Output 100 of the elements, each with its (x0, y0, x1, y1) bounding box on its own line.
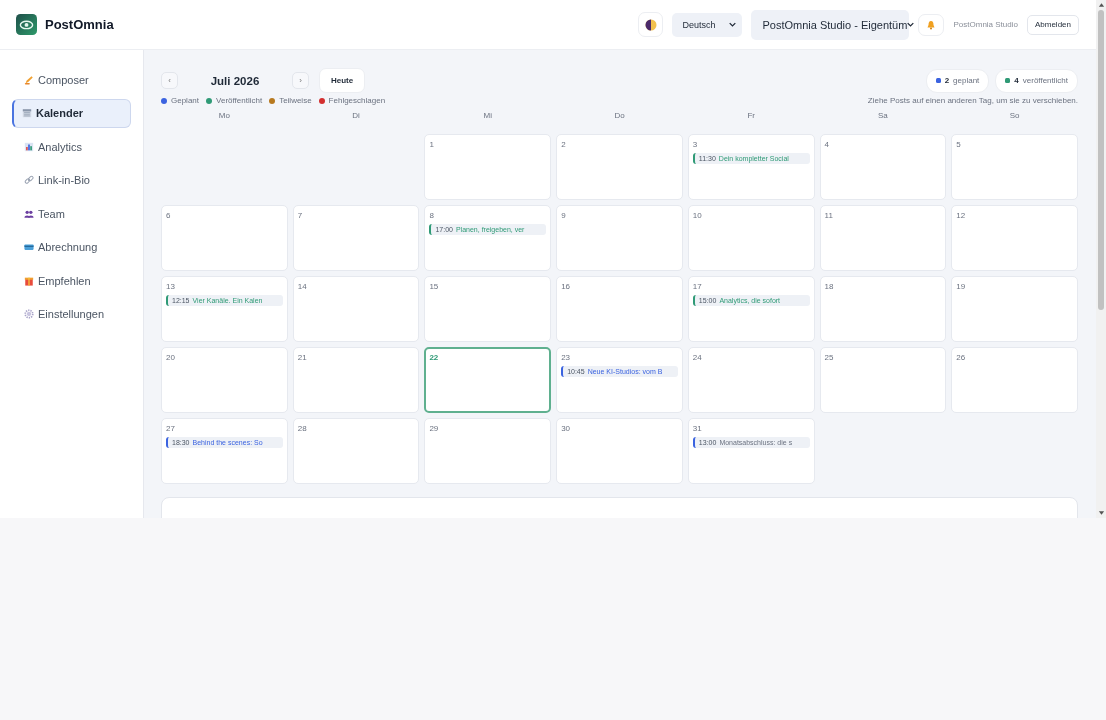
day-number: 23 (561, 353, 572, 362)
day-cell[interactable]: 14 (292, 276, 420, 342)
chevron-down-icon (729, 22, 737, 27)
day-number: 15 (429, 282, 440, 291)
legend-label: Fehlgeschlagen (328, 96, 386, 105)
day-number: 29 (429, 424, 440, 433)
weekday-label: Mi (482, 111, 493, 120)
sidebar-item[interactable]: Einstellungen (12, 299, 131, 329)
day-cell[interactable]: 12 (951, 205, 1078, 271)
people-icon (24, 208, 34, 219)
bell-icon (926, 19, 937, 30)
day-cell[interactable]: 15 (424, 276, 552, 342)
day-number: 3 (692, 140, 699, 149)
day-number: 4 (824, 140, 830, 149)
day-cell[interactable]: 25 (819, 347, 947, 413)
theme-toggle-button[interactable] (638, 12, 664, 37)
legend-label: Veröffentlicht (216, 96, 263, 105)
sidebar-item[interactable]: Link-in-Bio (12, 165, 131, 195)
day-number: 12 (956, 211, 967, 220)
day-number: 28 (297, 424, 308, 433)
day-number: 21 (297, 353, 308, 362)
sidebar-item[interactable]: Team (12, 199, 131, 228)
day-number: 22 (429, 353, 440, 362)
link-icon (24, 175, 34, 185)
next-month-button[interactable]: › (292, 72, 309, 89)
day-cell[interactable]: 11 (819, 205, 947, 271)
day-number: 16 (561, 282, 572, 291)
day-cell[interactable]: 7 (292, 205, 420, 271)
day-cell[interactable]: 19 (951, 276, 1078, 342)
day-number: 30 (561, 424, 572, 433)
day-cell[interactable]: 6 (161, 205, 288, 271)
day-cell[interactable]: 9 (556, 205, 683, 271)
legend-label: Geplant (171, 96, 200, 105)
sidebar-item[interactable]: Composer (12, 65, 131, 94)
weekday-label: Sa (877, 111, 889, 120)
logo-icon (16, 14, 37, 35)
day-number: 7 (297, 211, 304, 220)
day-cell[interactable]: 1 (424, 134, 552, 200)
day-number: 2 (561, 140, 567, 149)
sidebar-item[interactable]: Analytics (12, 132, 131, 161)
brand-name: PostOmnia (45, 17, 114, 32)
day-number: 24 (692, 353, 703, 362)
day-number: 25 (824, 353, 835, 362)
bar-chart-icon (24, 141, 34, 152)
scrollbar[interactable] (1096, 0, 1106, 518)
day-cell[interactable]: 5 (951, 134, 1078, 200)
day-number: 10 (692, 211, 703, 220)
sidebar-item[interactable]: Empfehlen (12, 266, 131, 295)
day-cell[interactable]: 18 (819, 276, 947, 342)
day-cell[interactable]: 24 (687, 347, 815, 413)
day-number: 11 (824, 211, 834, 220)
scroll-down-icon[interactable] (1097, 510, 1105, 516)
credit-card-icon (24, 242, 34, 252)
language-select[interactable]: Deutsch (672, 12, 743, 37)
day-number: 18 (824, 282, 835, 291)
chevron-down-icon (907, 22, 915, 27)
calendar-icon (22, 108, 32, 118)
chip-label: geplant (953, 76, 980, 85)
day-number: 27 (166, 424, 176, 433)
scroll-up-icon[interactable] (1097, 2, 1105, 8)
month-title: Juli 2026 (209, 74, 261, 87)
day-cell[interactable]: 2 (556, 134, 683, 200)
day-cell[interactable]: 28 (292, 418, 420, 484)
half-moon-icon (645, 18, 657, 31)
day-number: 17 (692, 282, 703, 291)
day-number: 1 (429, 140, 435, 149)
day-number: 13 (166, 282, 176, 291)
day-cell[interactable]: 21 (292, 347, 420, 413)
day-cell[interactable]: 22 (424, 347, 552, 413)
day-number: 26 (956, 353, 967, 362)
sidebar-item[interactable]: Abrechnung (12, 232, 131, 262)
previous-month-button[interactable]: ‹ (161, 72, 178, 89)
day-number: 14 (297, 282, 308, 291)
chip-label: veröffentlicht (1022, 76, 1068, 85)
day-cell[interactable]: 29 (424, 418, 552, 484)
sidebar-item[interactable]: Kalender (12, 98, 131, 128)
weekday-label: Do (613, 111, 626, 120)
day-cell[interactable]: 30 (556, 418, 683, 484)
hint-text: Ziehe Posts auf einen anderen Tag, um sie zu verschieben. (867, 96, 1078, 105)
day-cell[interactable]: 20 (161, 347, 288, 413)
logout-button[interactable]: Abmelden (1026, 14, 1079, 35)
count: 2 (944, 76, 950, 85)
day-number: 20 (166, 353, 176, 362)
day-cell[interactable]: 26 (951, 347, 1078, 413)
day-cell[interactable]: 10 (687, 205, 815, 271)
count: 4 (1014, 76, 1019, 85)
day-number: 31 (692, 424, 703, 433)
day-number: 6 (166, 211, 172, 220)
day-number: 9 (561, 211, 567, 220)
day-number: 8 (429, 211, 435, 220)
day-cell[interactable]: 4 (819, 134, 947, 200)
day-number: 19 (956, 282, 967, 291)
writing-hand-icon (24, 74, 34, 85)
gift-icon (24, 275, 34, 286)
weekday-label: Mo (217, 111, 231, 120)
legend-label: Teilweise (279, 96, 312, 105)
day-cell[interactable]: 16 (556, 276, 683, 342)
weekday-label: Di (351, 111, 361, 120)
today-button[interactable]: Heute (319, 68, 366, 93)
weekday-label: Fr (746, 111, 756, 120)
